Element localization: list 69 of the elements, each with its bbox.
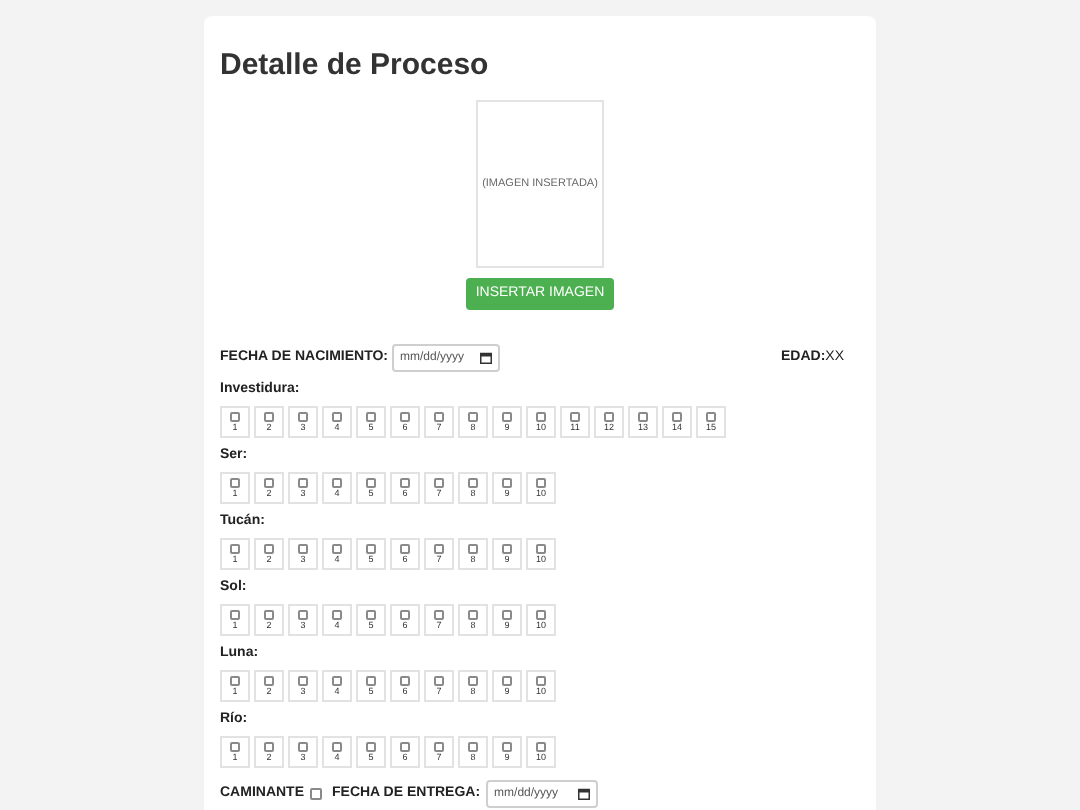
checkbox[interactable] bbox=[672, 412, 682, 422]
checkbox[interactable] bbox=[230, 478, 240, 488]
checkbox[interactable] bbox=[264, 610, 274, 620]
checkbox[interactable] bbox=[264, 544, 274, 554]
checkbox[interactable] bbox=[264, 676, 274, 686]
checkbox[interactable] bbox=[434, 478, 444, 488]
checkbox[interactable] bbox=[332, 478, 342, 488]
checkbox[interactable] bbox=[434, 610, 444, 620]
checkbox[interactable] bbox=[638, 412, 648, 422]
checkbox[interactable] bbox=[434, 412, 444, 422]
checkbox[interactable] bbox=[230, 544, 240, 554]
checkbox[interactable] bbox=[468, 544, 478, 554]
checkbox[interactable] bbox=[264, 478, 274, 488]
checkbox[interactable] bbox=[366, 742, 376, 752]
checkbox[interactable] bbox=[298, 676, 308, 686]
checkbox[interactable] bbox=[230, 610, 240, 620]
checkbox[interactable] bbox=[400, 610, 410, 620]
checkbox[interactable] bbox=[332, 544, 342, 554]
checkbox[interactable] bbox=[400, 544, 410, 554]
checkbox[interactable] bbox=[502, 676, 512, 686]
checkbox[interactable] bbox=[400, 412, 410, 422]
checkbox[interactable] bbox=[536, 544, 546, 554]
checkbox[interactable] bbox=[400, 676, 410, 686]
checkbox[interactable] bbox=[468, 610, 478, 620]
checkbox[interactable] bbox=[434, 676, 444, 686]
checkbox[interactable] bbox=[264, 412, 274, 422]
checkbox[interactable] bbox=[502, 544, 512, 554]
checkbox[interactable] bbox=[332, 412, 342, 422]
checkbox[interactable] bbox=[298, 412, 308, 422]
checkbox[interactable] bbox=[310, 788, 322, 800]
checkbox[interactable] bbox=[332, 742, 342, 752]
checkbox[interactable] bbox=[332, 676, 342, 686]
checkbox[interactable] bbox=[264, 742, 274, 752]
checkbox[interactable] bbox=[400, 742, 410, 752]
checkbox[interactable] bbox=[230, 676, 240, 686]
checkbox[interactable] bbox=[298, 610, 308, 620]
checkbox[interactable] bbox=[366, 610, 376, 620]
checkbox[interactable] bbox=[400, 478, 410, 488]
checkbox[interactable] bbox=[366, 676, 376, 686]
checkbox[interactable] bbox=[468, 412, 478, 422]
calendar-icon[interactable] bbox=[480, 352, 492, 364]
page-title: Detalle de Proceso bbox=[220, 48, 491, 84]
checkbox[interactable] bbox=[604, 412, 614, 422]
checkbox[interactable] bbox=[230, 412, 240, 422]
checkbox[interactable] bbox=[230, 742, 240, 752]
checkbox[interactable] bbox=[536, 478, 546, 488]
checkbox[interactable] bbox=[468, 676, 478, 686]
checkbox[interactable] bbox=[366, 544, 376, 554]
checkbox[interactable] bbox=[502, 610, 512, 620]
checkbox[interactable] bbox=[332, 610, 342, 620]
checkbox[interactable] bbox=[536, 610, 546, 620]
checkbox[interactable] bbox=[536, 742, 546, 752]
checkbox[interactable] bbox=[298, 478, 308, 488]
checkbox[interactable] bbox=[366, 412, 376, 422]
checkbox[interactable] bbox=[502, 412, 512, 422]
checkbox[interactable] bbox=[536, 676, 546, 686]
checkbox[interactable] bbox=[434, 742, 444, 752]
checkbox[interactable] bbox=[468, 742, 478, 752]
checkbox[interactable] bbox=[536, 412, 546, 422]
calendar-icon[interactable] bbox=[578, 788, 591, 800]
checkbox[interactable] bbox=[502, 478, 512, 488]
checkbox[interactable] bbox=[468, 478, 478, 488]
checkbox[interactable] bbox=[706, 412, 716, 422]
checkbox[interactable] bbox=[298, 544, 308, 554]
checkbox[interactable] bbox=[570, 412, 580, 422]
checkbox[interactable] bbox=[298, 742, 308, 752]
checkbox[interactable] bbox=[366, 478, 376, 488]
checkbox[interactable] bbox=[502, 742, 512, 752]
checkbox[interactable] bbox=[434, 544, 444, 554]
